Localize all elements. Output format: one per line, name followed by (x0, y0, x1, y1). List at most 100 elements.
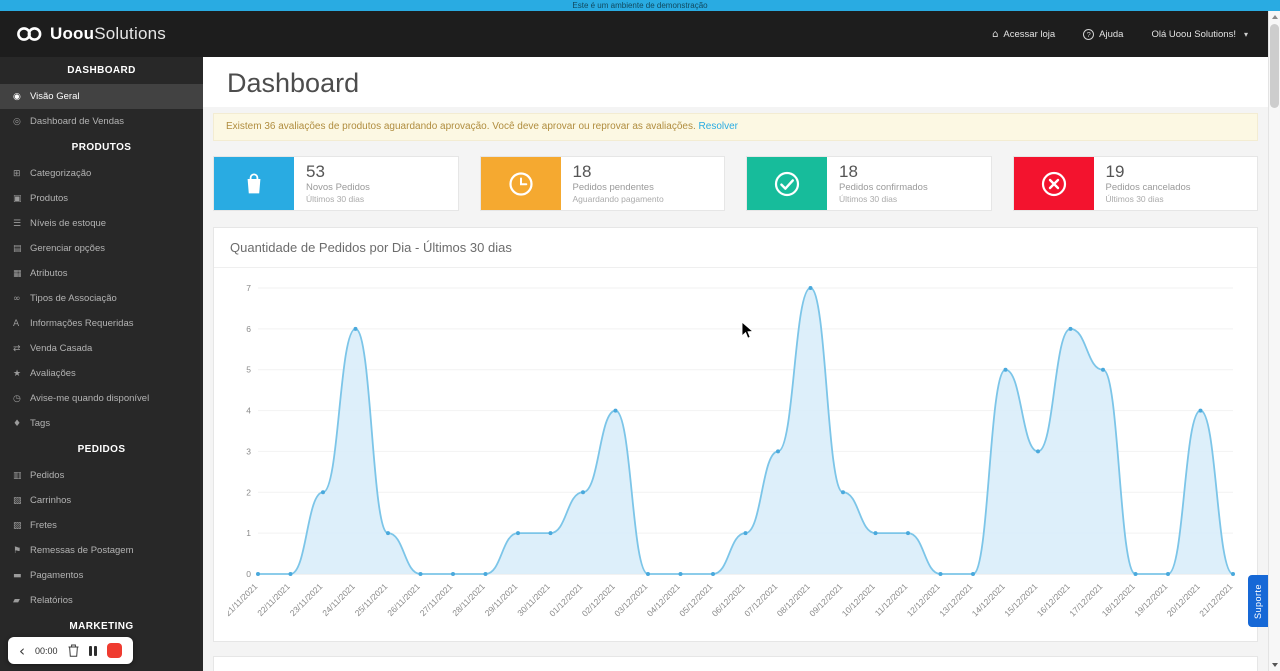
nav-access-store-label: Acessar loja (1003, 28, 1056, 40)
sidebar-item-remessas-de-postagem[interactable]: ⚑ Remessas de Postagem (0, 538, 203, 563)
svg-text:08/12/2021: 08/12/2021 (775, 581, 812, 618)
sidebar-item-label: Fretes (30, 520, 57, 531)
sidebar-item-produtos[interactable]: ▣ Produtos (0, 186, 203, 211)
stat-card-pedidos-pendentes: 18 Pedidos pendentes Aguardando pagamento (479, 156, 725, 211)
sidebar-item-informacoes-requeridas[interactable]: A Informações Requeridas (0, 311, 203, 336)
stat-card-pedidos-cancelados: 19 Pedidos cancelados Últimos 30 dias (1012, 156, 1258, 211)
logo[interactable]: UoouSolutions (16, 24, 166, 44)
stat-sublabel: Últimos 30 dias (1105, 194, 1164, 204)
sidebar-item-dashboard-de-vendas[interactable]: ◎ Dashboard de Vendas (0, 109, 203, 134)
nav-help-label: Ajuda (1099, 28, 1124, 40)
svg-text:22/11/2021: 22/11/2021 (255, 581, 292, 618)
support-tab[interactable]: Suporte (1248, 575, 1268, 627)
options-list-icon: ▤ (13, 243, 22, 254)
sidebar-item-fretes[interactable]: ▨ Fretes (0, 513, 203, 538)
svg-text:06/12/2021: 06/12/2021 (710, 581, 747, 618)
credit-card-icon: ▬ (13, 570, 22, 581)
sidebar-item-visao-geral[interactable]: ◉ Visão Geral (0, 84, 203, 109)
sidebar-item-pedidos[interactable]: ▥ Pedidos (0, 463, 203, 488)
sidebar-item-carrinhos[interactable]: ▧ Carrinhos (0, 488, 203, 513)
trash-icon[interactable] (68, 644, 79, 657)
sidebar-item-label: Avise-me quando disponível (30, 393, 150, 404)
clock-icon (480, 157, 561, 210)
sidebar-item-tipos-de-associacao[interactable]: ∞ Tipos de Associação (0, 286, 203, 311)
resolve-link[interactable]: Resolver (699, 121, 738, 132)
stat-card-novos-pedidos: 53 Novos Pedidos Últimos 30 dias (213, 156, 459, 211)
svg-text:23/11/2021: 23/11/2021 (288, 581, 325, 618)
help-icon: ? (1083, 28, 1095, 40)
svg-text:21/11/2021: 21/11/2021 (228, 581, 260, 618)
sidebar-item-label: Pedidos (30, 470, 65, 481)
svg-text:30/11/2021: 30/11/2021 (515, 581, 552, 618)
svg-text:5: 5 (246, 365, 251, 375)
scroll-down-button[interactable] (1269, 659, 1280, 671)
svg-text:10/12/2021: 10/12/2021 (840, 581, 877, 618)
logo-rings-icon (16, 25, 43, 43)
sales-dashboard-icon: ◎ (13, 116, 21, 127)
svg-text:17/12/2021: 17/12/2021 (1067, 581, 1104, 618)
sidebar-item-label: Visão Geral (30, 91, 80, 102)
stat-body: 18 Pedidos pendentes Aguardando pagamento (561, 157, 676, 210)
scrollbar-thumb[interactable] (1270, 24, 1279, 108)
sidebar-item-label: Relatórios (30, 595, 73, 606)
font-icon: A (13, 318, 20, 329)
stat-card-pedidos-confirmados: 18 Pedidos confirmados Últimos 30 dias (746, 156, 992, 211)
scroll-up-button[interactable] (1269, 11, 1280, 23)
stat-body: 53 Novos Pedidos Últimos 30 dias (294, 157, 382, 210)
chevron-down-icon: ▾ (1243, 29, 1248, 39)
stat-sublabel: Últimos 30 dias (306, 194, 365, 204)
svg-text:26/11/2021: 26/11/2021 (385, 581, 422, 618)
sidebar-item-pagamentos[interactable]: ▬ Pagamentos (0, 563, 203, 588)
main-content: Dashboard Existem 36 avaliações de produ… (203, 57, 1268, 671)
app-header: UoouSolutions ⌂ Acessar loja ? Ajuda Olá… (0, 11, 1280, 57)
stat-label: Pedidos confirmados (839, 182, 928, 193)
sidebar-item-gerenciar-opcoes[interactable]: ▤ Gerenciar opções (0, 236, 203, 261)
truck-icon: ▨ (13, 520, 22, 531)
stat-label: Pedidos pendentes (572, 182, 654, 193)
sidebar-item-label: Dashboard de Vendas (30, 116, 125, 127)
sidebar-item-avaliacoes[interactable]: ★ Avaliações (0, 361, 203, 386)
sidebar-item-label: Atributos (30, 268, 68, 279)
cart-icon: ▥ (13, 470, 22, 481)
sidebar-item-categorizacao[interactable]: ⊞ Categorização (0, 161, 203, 186)
user-menu[interactable]: Olá Uoou Solutions! ▾ (1151, 29, 1248, 40)
svg-text:25/11/2021: 25/11/2021 (353, 581, 390, 618)
pause-button[interactable] (88, 645, 98, 656)
recorder-back-button[interactable]: ‹ (19, 643, 25, 658)
demo-environment-banner: Este é um ambiente de demonstração (0, 0, 1280, 11)
sidebar-item-label: Níveis de estoque (30, 218, 107, 229)
tag-icon: ♦ (13, 418, 22, 429)
svg-text:13/12/2021: 13/12/2021 (937, 581, 974, 618)
sidebar-item-venda-casada[interactable]: ⇄ Venda Casada (0, 336, 203, 361)
nav-access-store[interactable]: ⌂ Acessar loja (992, 29, 1055, 40)
sidebar-item-niveis-de-estoque[interactable]: ☰ Níveis de estoque (0, 211, 203, 236)
sidebar-item-tags[interactable]: ♦ Tags (0, 411, 203, 436)
stop-record-button[interactable] (107, 643, 123, 658)
svg-text:04/12/2021: 04/12/2021 (645, 581, 682, 618)
orders-value-per-month-card: Valor Total em Pedidos por Mês (213, 656, 1258, 671)
svg-text:4: 4 (246, 406, 251, 416)
orders-per-day-chart[interactable]: 0 1 2 3 4 5 6 7 21/11/2021 22/11/2021 23/11/2021 24… (214, 268, 1257, 641)
svg-text:12/12/2021: 12/12/2021 (905, 581, 942, 618)
sidebar-item-label: Tipos de Associação (30, 293, 117, 304)
svg-text:18/12/2021: 18/12/2021 (1100, 581, 1137, 618)
orders-per-day-card: Quantidade de Pedidos por Dia - Últimos … (213, 227, 1258, 642)
page-title: Dashboard (227, 68, 360, 98)
shopping-cart-icon: ▧ (13, 495, 22, 506)
sidebar-item-relatorios[interactable]: ▰ Relatórios (0, 588, 203, 613)
sidebar-item-atributos[interactable]: ▦ Atributos (0, 261, 203, 286)
page-scrollbar[interactable] (1268, 11, 1280, 671)
svg-text:09/12/2021: 09/12/2021 (807, 581, 844, 618)
content-area: Existem 36 avaliações de produtos aguard… (203, 107, 1268, 671)
svg-text:24/11/2021: 24/11/2021 (320, 581, 357, 618)
stat-label: Novos Pedidos (306, 182, 370, 193)
sidebar-item-label: Categorização (30, 168, 92, 179)
svg-text:19/12/2021: 19/12/2021 (1132, 581, 1169, 618)
layers-icon: ☰ (13, 218, 22, 229)
sidebar-item-avise-me[interactable]: ◷ Avise-me quando disponível (0, 386, 203, 411)
sidebar-section-title: DASHBOARD (67, 65, 136, 76)
stat-sublabel: Aguardando pagamento (572, 194, 664, 204)
nav-help[interactable]: ? Ajuda (1083, 28, 1124, 40)
star-icon: ★ (13, 368, 22, 379)
box-icon: ▣ (13, 193, 22, 204)
